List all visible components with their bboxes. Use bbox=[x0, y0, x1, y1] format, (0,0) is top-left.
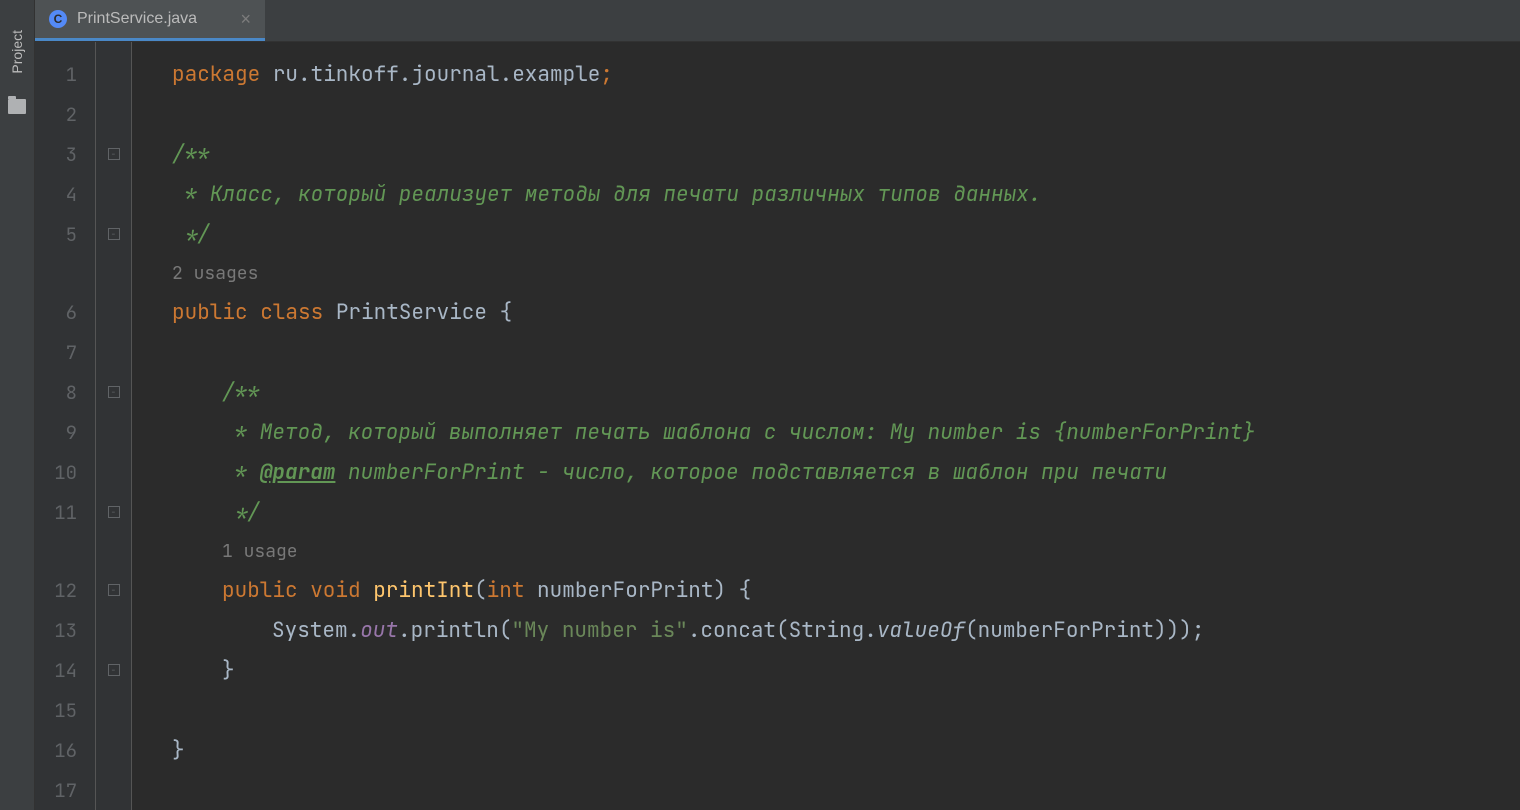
fold-toggle-icon[interactable]: − bbox=[108, 506, 120, 518]
line-number: 11 bbox=[35, 492, 95, 532]
project-sidebar-label: Project bbox=[9, 30, 25, 74]
fold-slot bbox=[96, 690, 131, 730]
line-number: 12 bbox=[35, 570, 95, 610]
line-number: 8 bbox=[35, 372, 95, 412]
line-number: 4 bbox=[35, 174, 95, 214]
line-number: 14 bbox=[35, 650, 95, 690]
fold-slot bbox=[96, 610, 131, 650]
code-line: * @param numberForPrint - число, которое… bbox=[172, 452, 1520, 492]
fold-slot: − bbox=[96, 214, 131, 254]
fold-slot bbox=[96, 254, 131, 292]
line-number: 15 bbox=[35, 690, 95, 730]
code-line: /** bbox=[172, 372, 1520, 412]
code-line: * Класс, который реализует методы для пе… bbox=[172, 174, 1520, 214]
line-number bbox=[35, 532, 95, 570]
code-line bbox=[172, 690, 1520, 730]
line-number: 5 bbox=[35, 214, 95, 254]
fold-slot bbox=[96, 54, 131, 94]
code-line: } bbox=[172, 650, 1520, 690]
code-line bbox=[172, 94, 1520, 134]
line-number: 6 bbox=[35, 292, 95, 332]
folder-icon[interactable] bbox=[8, 99, 26, 114]
usage-hint[interactable]: 1 usage bbox=[172, 532, 1520, 570]
fold-slot bbox=[96, 532, 131, 570]
fold-slot: − bbox=[96, 650, 131, 690]
line-numbers: 1 2 3 4 5 6 7 8 9 10 11 12 13 14 15 bbox=[35, 42, 95, 810]
code-line: } bbox=[172, 730, 1520, 770]
code-line: public void printInt(int numberForPrint)… bbox=[172, 570, 1520, 610]
line-number: 9 bbox=[35, 412, 95, 452]
code-line bbox=[172, 770, 1520, 810]
line-number bbox=[35, 254, 95, 292]
main-container: Project C PrintService.java × 1 2 3 4 5 … bbox=[0, 0, 1520, 810]
fold-slot bbox=[96, 730, 131, 770]
fold-toggle-icon[interactable]: − bbox=[108, 386, 120, 398]
fold-slot: − bbox=[96, 372, 131, 412]
code-line: * Метод, который выполняет печать шаблон… bbox=[172, 412, 1520, 452]
tab-printservice[interactable]: C PrintService.java × bbox=[35, 0, 265, 41]
tab-filename: PrintService.java bbox=[77, 10, 197, 28]
line-number: 7 bbox=[35, 332, 95, 372]
fold-toggle-icon[interactable]: − bbox=[108, 584, 120, 596]
code-line: package ru.tinkoff.journal.example; bbox=[172, 54, 1520, 94]
usage-hint[interactable]: 2 usages bbox=[172, 254, 1520, 292]
fold-slot bbox=[96, 452, 131, 492]
line-number: 16 bbox=[35, 730, 95, 770]
fold-slot bbox=[96, 412, 131, 452]
code-line: /** bbox=[172, 134, 1520, 174]
project-sidebar[interactable]: Project bbox=[0, 0, 35, 810]
fold-slot bbox=[96, 94, 131, 134]
fold-slot: − bbox=[96, 570, 131, 610]
fold-slot bbox=[96, 770, 131, 810]
code-line bbox=[172, 332, 1520, 372]
fold-toggle-icon[interactable]: − bbox=[108, 148, 120, 160]
fold-toggle-icon[interactable]: − bbox=[108, 228, 120, 240]
fold-slot: − bbox=[96, 492, 131, 532]
tab-bar: C PrintService.java × bbox=[35, 0, 1520, 42]
code-editor[interactable]: 1 2 3 4 5 6 7 8 9 10 11 12 13 14 15 bbox=[35, 42, 1520, 810]
fold-toggle-icon[interactable]: − bbox=[108, 664, 120, 676]
class-file-icon: C bbox=[49, 10, 67, 28]
line-number: 3 bbox=[35, 134, 95, 174]
gutter-area: 1 2 3 4 5 6 7 8 9 10 11 12 13 14 15 bbox=[35, 42, 132, 810]
fold-slot bbox=[96, 332, 131, 372]
line-number: 10 bbox=[35, 452, 95, 492]
fold-slot bbox=[96, 174, 131, 214]
line-number: 1 bbox=[35, 54, 95, 94]
line-number: 13 bbox=[35, 610, 95, 650]
fold-slot: − bbox=[96, 134, 131, 174]
line-number: 17 bbox=[35, 770, 95, 810]
code-area[interactable]: package ru.tinkoff.journal.example; /** … bbox=[132, 42, 1520, 810]
code-line: public class PrintService { bbox=[172, 292, 1520, 332]
content-area: C PrintService.java × 1 2 3 4 5 6 7 8 9 bbox=[35, 0, 1520, 810]
code-line: System.out.println("My number is".concat… bbox=[172, 610, 1520, 650]
close-tab-icon[interactable]: × bbox=[240, 9, 251, 30]
code-line: */ bbox=[172, 492, 1520, 532]
code-line: */ bbox=[172, 214, 1520, 254]
fold-gutter: − − − − − − bbox=[96, 42, 131, 810]
line-number: 2 bbox=[35, 94, 95, 134]
fold-slot bbox=[96, 292, 131, 332]
